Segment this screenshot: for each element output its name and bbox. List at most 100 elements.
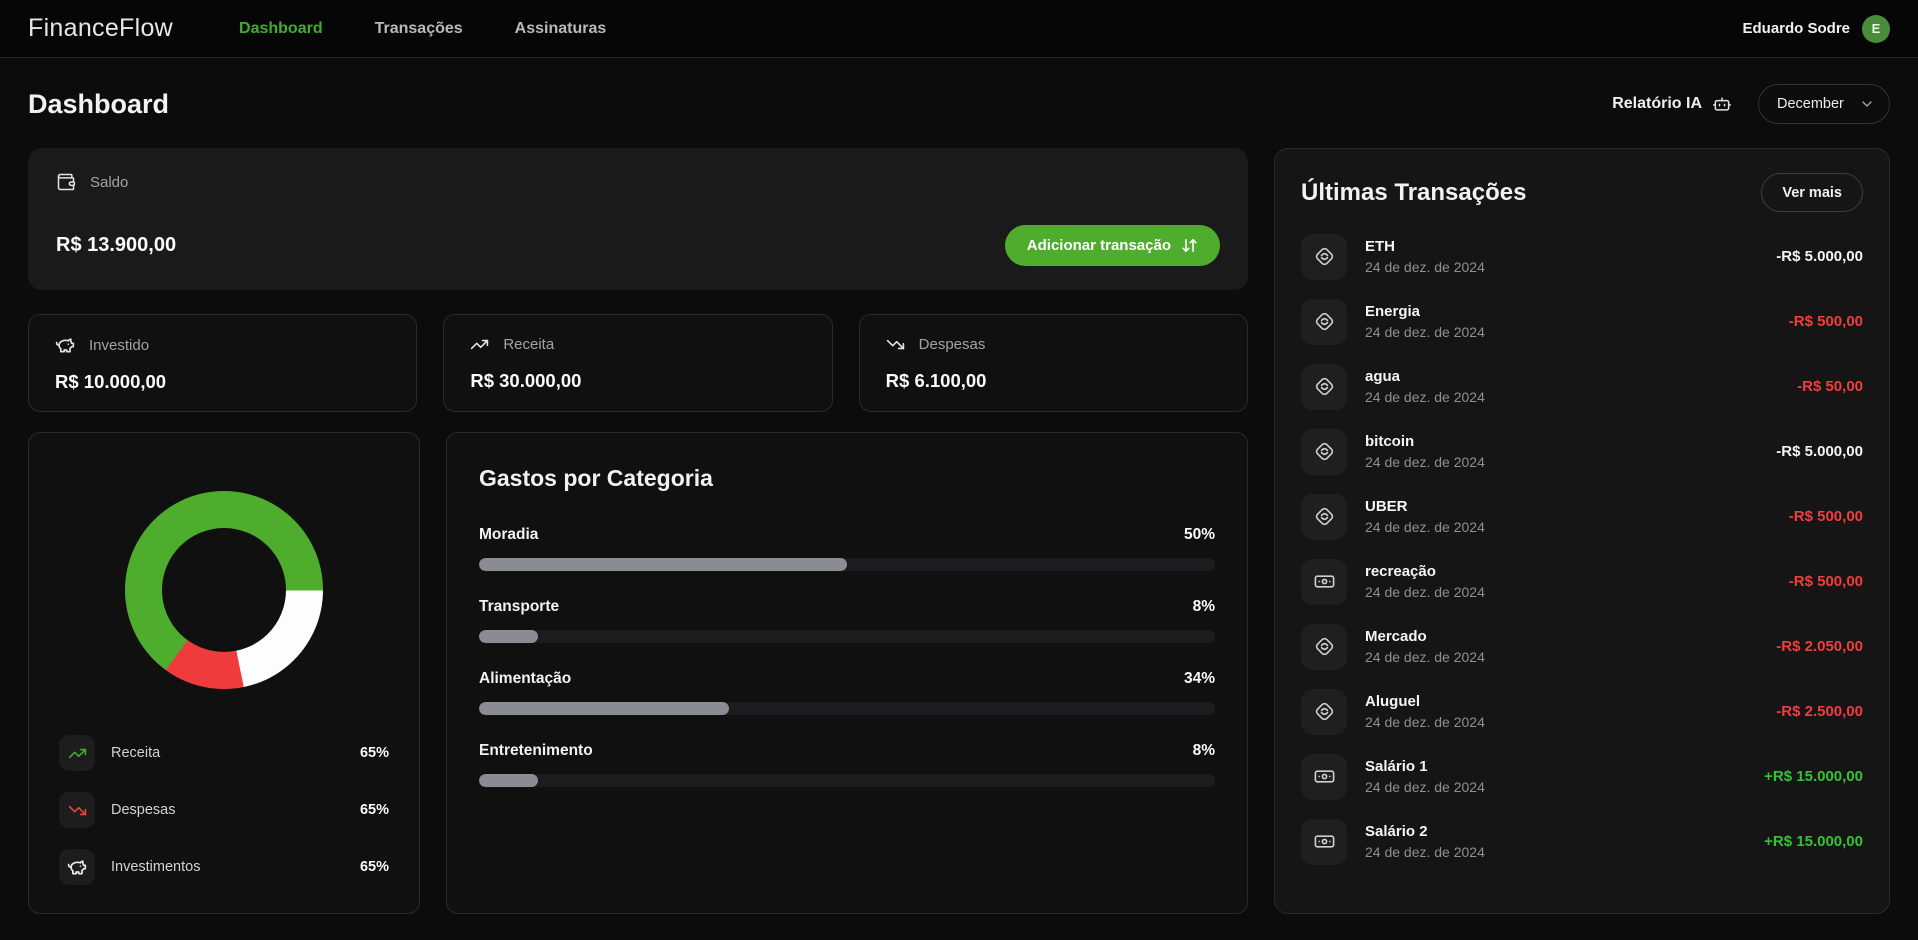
legend-label: Despesas <box>111 802 175 818</box>
legend-badge <box>59 849 95 885</box>
legend-label: Investimentos <box>111 859 200 875</box>
transaction-icon-badge <box>1301 429 1347 475</box>
category-percent: 50% <box>1184 526 1215 544</box>
gem-icon <box>1313 310 1336 333</box>
month-select[interactable]: December <box>1758 84 1890 124</box>
categories-list: Moradia 50% Transporte 8% <box>473 526 1221 787</box>
transactions-title: Últimas Transações <box>1301 179 1526 207</box>
transaction-row: Salário 2 24 de dez. de 2024 +R$ 15.000,… <box>1301 809 1863 874</box>
gem-icon <box>1313 635 1336 658</box>
banknote-icon <box>1313 570 1336 593</box>
transaction-row: UBER 24 de dez. de 2024 -R$ 500,00 <box>1301 484 1863 549</box>
stat-label: Receita <box>503 336 554 353</box>
progress-fill <box>479 774 538 787</box>
transaction-date: 24 de dez. de 2024 <box>1365 324 1485 340</box>
progress-track <box>479 774 1215 787</box>
transaction-icon-badge <box>1301 689 1347 735</box>
donut-chart <box>125 491 323 689</box>
left-column: Saldo R$ 13.900,00 Adicionar transação <box>28 148 1248 914</box>
transaction-amount: -R$ 5.000,00 <box>1776 443 1863 460</box>
progress-fill <box>479 630 538 643</box>
transaction-date: 24 de dez. de 2024 <box>1365 779 1485 795</box>
transaction-icon-badge <box>1301 754 1347 800</box>
progress-track <box>479 558 1215 571</box>
gem-icon <box>1313 440 1336 463</box>
transaction-icon-badge <box>1301 559 1347 605</box>
main-nav: Dashboard Transações Assinaturas <box>239 20 606 38</box>
progress-track <box>479 702 1215 715</box>
transaction-date: 24 de dez. de 2024 <box>1365 584 1485 600</box>
banknote-icon <box>1313 765 1336 788</box>
balance-label: Saldo <box>90 174 128 191</box>
nav-item-dashboard[interactable]: Dashboard <box>239 20 323 38</box>
category-row: Moradia 50% <box>479 526 1215 571</box>
transaction-amount: +R$ 15.000,00 <box>1764 768 1863 785</box>
transaction-icon-badge <box>1301 234 1347 280</box>
category-label: Alimentação <box>479 670 571 688</box>
transaction-name: Aluguel <box>1365 693 1485 710</box>
categories-card: Gastos por Categoria Moradia 50% <box>446 432 1248 914</box>
transaction-amount: -R$ 50,00 <box>1797 378 1863 395</box>
transactions-list: ETH 24 de dez. de 2024 -R$ 5.000,00 Ener… <box>1301 224 1863 874</box>
transaction-amount: -R$ 500,00 <box>1789 313 1863 330</box>
add-transaction-button[interactable]: Adicionar transação <box>1005 225 1220 266</box>
category-row: Alimentação 34% <box>479 670 1215 715</box>
transaction-icon-badge <box>1301 494 1347 540</box>
legend-badge <box>59 735 95 771</box>
category-percent: 8% <box>1193 742 1215 760</box>
stat-value: R$ 30.000,00 <box>470 370 805 392</box>
legend-value: 65% <box>360 859 389 875</box>
stat-label: Investido <box>89 337 149 354</box>
stat-label: Despesas <box>919 336 986 353</box>
ai-report-button[interactable]: Relatório IA <box>1612 94 1732 114</box>
transaction-date: 24 de dez. de 2024 <box>1365 259 1485 275</box>
transaction-row: Mercado 24 de dez. de 2024 -R$ 2.050,00 <box>1301 614 1863 679</box>
transaction-icon-badge <box>1301 299 1347 345</box>
top-bar: FinanceFlow Dashboard Transações Assinat… <box>0 0 1918 58</box>
transaction-date: 24 de dez. de 2024 <box>1365 389 1485 405</box>
transaction-amount: -R$ 5.000,00 <box>1776 248 1863 265</box>
legend-value: 65% <box>360 745 389 761</box>
gem-icon <box>1313 245 1336 268</box>
transaction-icon-badge <box>1301 819 1347 865</box>
legend-item: Investimentos 65% <box>59 849 389 885</box>
piggy-bank-icon <box>55 335 75 355</box>
nav-item-transacoes[interactable]: Transações <box>375 20 463 38</box>
transaction-date: 24 de dez. de 2024 <box>1365 649 1485 665</box>
page-title: Dashboard <box>28 89 169 120</box>
gem-icon <box>1313 375 1336 398</box>
category-percent: 34% <box>1184 670 1215 688</box>
progress-track <box>479 630 1215 643</box>
category-label: Entretenimento <box>479 742 593 760</box>
transaction-name: ETH <box>1365 238 1485 255</box>
user-name: Eduardo Sodre <box>1742 20 1850 37</box>
nav-item-assinaturas[interactable]: Assinaturas <box>515 20 607 38</box>
stats-row: Investido R$ 10.000,00 Receita R$ 30.000… <box>28 314 1248 412</box>
user-menu[interactable]: Eduardo Sodre E <box>1742 15 1890 43</box>
legend-item: Receita 65% <box>59 735 389 771</box>
banknote-icon <box>1313 830 1336 853</box>
legend-value: 65% <box>360 802 389 818</box>
charts-row: Receita 65% Despesas 65% <box>28 432 1248 914</box>
see-more-button[interactable]: Ver mais <box>1761 173 1863 212</box>
category-row: Transporte 8% <box>479 598 1215 643</box>
page-actions: Relatório IA December <box>1612 84 1890 124</box>
transaction-date: 24 de dez. de 2024 <box>1365 714 1485 730</box>
gem-icon <box>1313 505 1336 528</box>
wallet-icon <box>56 172 76 192</box>
transaction-name: Mercado <box>1365 628 1485 645</box>
transaction-row: Salário 1 24 de dez. de 2024 +R$ 15.000,… <box>1301 744 1863 809</box>
app-logo: FinanceFlow <box>28 14 173 43</box>
main-content: Saldo R$ 13.900,00 Adicionar transação <box>0 148 1918 914</box>
legend-label: Receita <box>111 745 160 761</box>
arrow-down-up-icon <box>1181 237 1198 254</box>
transaction-amount: -R$ 2.050,00 <box>1776 638 1863 655</box>
stat-value: R$ 6.100,00 <box>886 370 1221 392</box>
transaction-date: 24 de dez. de 2024 <box>1365 454 1485 470</box>
transactions-panel: Últimas Transações Ver mais ETH 24 de de… <box>1274 148 1890 914</box>
trending-down-icon <box>886 335 905 354</box>
legend-badge <box>59 792 95 828</box>
transaction-row: Energia 24 de dez. de 2024 -R$ 500,00 <box>1301 289 1863 354</box>
transaction-row: recreação 24 de dez. de 2024 -R$ 500,00 <box>1301 549 1863 614</box>
category-row: Entretenimento 8% <box>479 742 1215 787</box>
